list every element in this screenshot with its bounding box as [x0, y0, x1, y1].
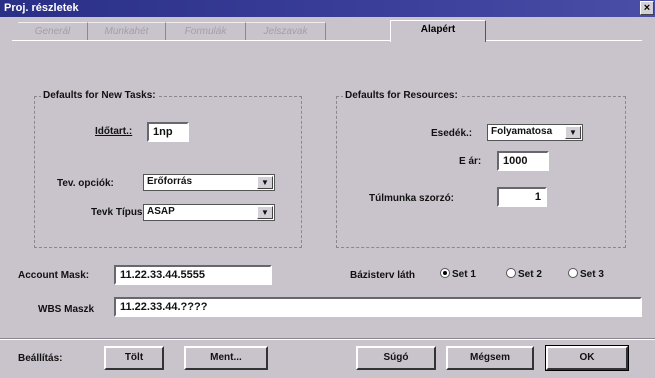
tab-formulas[interactable]: Formulák: [166, 22, 246, 40]
duration-field[interactable]: 1np: [147, 122, 189, 142]
overtime-field[interactable]: 1: [497, 187, 547, 207]
tab-general[interactable]: Generál: [18, 22, 88, 40]
close-icon[interactable]: ×: [640, 1, 654, 15]
duration-label: Időtart.:: [95, 126, 133, 137]
save-button[interactable]: Ment...: [184, 346, 268, 370]
accrual-select[interactable]: Folyamatosa ▼: [487, 124, 583, 141]
ok-button[interactable]: OK: [545, 345, 629, 371]
tasks-group-title: Defaults for New Tasks:: [41, 90, 158, 101]
radio-set-2[interactable]: Set 2: [506, 268, 542, 280]
settings-label: Beállítás:: [18, 353, 63, 364]
tab-strip: Generál Munkahét Formulák Jelszavak Alap…: [18, 20, 638, 42]
radio-set-1[interactable]: Set 1: [440, 268, 476, 280]
radio-set-3[interactable]: Set 3: [568, 268, 604, 280]
account-mask-label: Account Mask:: [18, 270, 90, 281]
help-button[interactable]: Súgó: [356, 346, 436, 370]
radio-set-3-label: Set 3: [580, 269, 604, 280]
options-select-value: Erőforrás: [147, 176, 193, 187]
options-select[interactable]: Erőforrás ▼: [143, 174, 275, 191]
load-button[interactable]: Tölt: [104, 346, 164, 370]
type-select-value: ASAP: [147, 206, 175, 217]
tasks-group: Defaults for New Tasks: Időtart.: 1np Te…: [34, 90, 302, 248]
accrual-select-value: Folyamatosa: [491, 126, 553, 137]
chevron-down-icon[interactable]: ▼: [257, 176, 273, 189]
radio-set-2-label: Set 2: [518, 269, 542, 280]
radio-icon: [568, 268, 578, 278]
resources-group-title: Defaults for Resources:: [343, 90, 460, 101]
tab-workweek[interactable]: Munkahét: [88, 22, 166, 40]
radio-selected-icon: [440, 268, 450, 278]
title-bar: Proj. részletek ×: [0, 0, 655, 17]
radio-icon: [506, 268, 516, 278]
resources-group: Defaults for Resources: Esedék.: Folyama…: [336, 90, 626, 248]
wbs-mask-label: WBS Maszk: [38, 304, 95, 315]
accrual-label: Esedék.:: [431, 128, 473, 139]
window-title: Proj. részletek: [4, 2, 79, 14]
options-label: Tev. opciók:: [57, 178, 114, 189]
type-label: Tevk Típus: [91, 207, 143, 218]
overtime-label: Túlmunka szorzó:: [369, 193, 455, 204]
tab-passwords[interactable]: Jelszavak: [246, 22, 326, 40]
account-mask-field[interactable]: 11.22.33.44.5555: [114, 265, 272, 285]
cancel-button[interactable]: Mégsem: [446, 346, 534, 370]
wbs-mask-field[interactable]: 11.22.33.44.????: [114, 297, 642, 317]
chevron-down-icon[interactable]: ▼: [565, 126, 581, 139]
rate-label: E ár:: [459, 156, 482, 167]
tab-defaults[interactable]: Alapért: [390, 20, 486, 42]
radio-set-1-label: Set 1: [452, 269, 476, 280]
rate-field[interactable]: 1000: [497, 151, 549, 171]
type-select[interactable]: ASAP ▼: [143, 204, 275, 221]
baseline-label: Bázisterv láth: [350, 270, 416, 281]
footer-separator: [0, 338, 655, 340]
chevron-down-icon[interactable]: ▼: [257, 206, 273, 219]
